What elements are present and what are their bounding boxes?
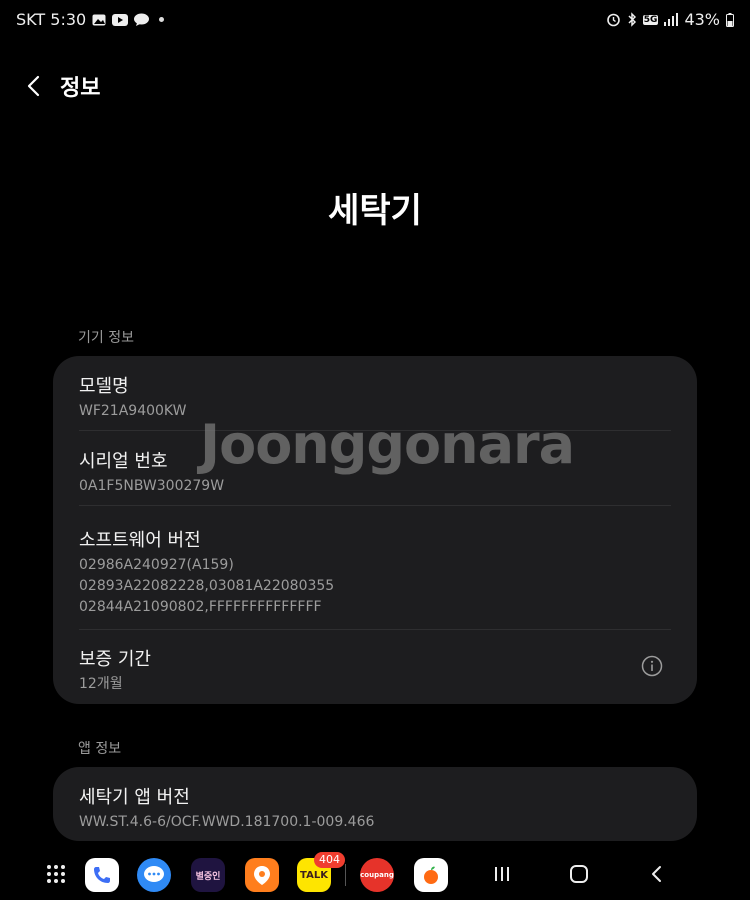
game-app-label: 별중인 [195,871,221,882]
coupang-label: coupang [360,871,394,879]
software-version-line-3: 02844A21090802,FFFFFFFFFFFFFF [79,599,322,615]
battery-icon [726,12,734,27]
apps-grid-icon[interactable] [41,860,71,888]
gallery-icon [92,14,106,26]
coupang-app-icon[interactable]: coupang [360,858,394,892]
dock-divider [345,864,346,886]
game-app-icon[interactable]: 별중인 [191,858,225,892]
model-name-value: WF21A9400KW [79,403,187,419]
model-name-row: 모델명 WF21A9400KW [53,372,212,422]
warranty-value: 12개월 [79,676,123,692]
page-title: 세탁기 [328,191,422,231]
phone-app-icon[interactable] [85,858,119,892]
kakaotalk-label: TALK [300,869,328,881]
app-bar: 정보 [0,60,750,110]
app-bar-title: 정보 [60,76,101,101]
messages-app-icon[interactable] [137,858,171,892]
battery-percent: 43% [684,10,720,29]
device-info-card: 모델명 WF21A9400KW 시리얼 번호 0A1F5NBW300279W 소… [53,356,697,704]
model-name-title: 모델명 [79,376,129,397]
alarm-icon [606,12,621,27]
serial-number-value: 0A1F5NBW300279W [79,478,225,494]
software-version-row: 소프트웨어 버전 02986A240927(A159) 02893A220822… [53,526,360,618]
warranty-title: 보증 기간 [79,649,151,670]
app-version-row: 세탁기 앱 버전 WW.ST.4.6-6/OCF.WWD.181700.1-00… [53,783,400,833]
kakaotalk-badge: 404 [314,852,345,868]
device-info-label: 기기 정보 [78,330,134,346]
signal-icon [664,13,679,26]
status-bar: SKT 5:30 5G 43% [0,0,750,40]
software-version-title: 소프트웨어 버전 [79,530,201,551]
warranty-row[interactable]: 보증 기간 12개월 [53,645,177,695]
talk-icon [134,13,150,26]
back-arrow-icon[interactable] [20,72,48,100]
software-version-line-1: 02986A240927(A159) [79,557,234,573]
carrier-time: SKT 5:30 [16,10,87,29]
status-bar-left: SKT 5:30 [16,10,165,29]
info-icon[interactable] [641,655,663,677]
app-version-value: WW.ST.4.6-6/OCF.WWD.181700.1-009.466 [79,814,375,830]
bluetooth-icon [627,12,637,27]
carrot-app-icon[interactable] [245,858,279,892]
software-version-line-2: 02893A22082228,03081A22080355 [79,578,335,594]
status-bar-right: 5G 43% [606,10,734,29]
5g-icon: 5G [642,14,659,25]
divider [79,505,671,506]
notification-dot [159,17,165,22]
youtube-icon [112,13,129,26]
network-label: 5G [643,14,658,25]
app-info-label: 앱 정보 [78,741,122,757]
recents-button[interactable] [487,860,517,888]
app-info-card: 세탁기 앱 버전 WW.ST.4.6-6/OCF.WWD.181700.1-00… [53,767,697,841]
home-button[interactable] [564,860,594,888]
divider [79,629,671,630]
fruit-app-icon[interactable] [414,858,448,892]
app-version-title: 세탁기 앱 버전 [79,787,190,808]
nav-back-button[interactable] [642,860,672,888]
navigation-bar: 별중인 TALK 404 coupang [0,846,750,900]
watermark-logo: Joonggonara [200,413,575,476]
